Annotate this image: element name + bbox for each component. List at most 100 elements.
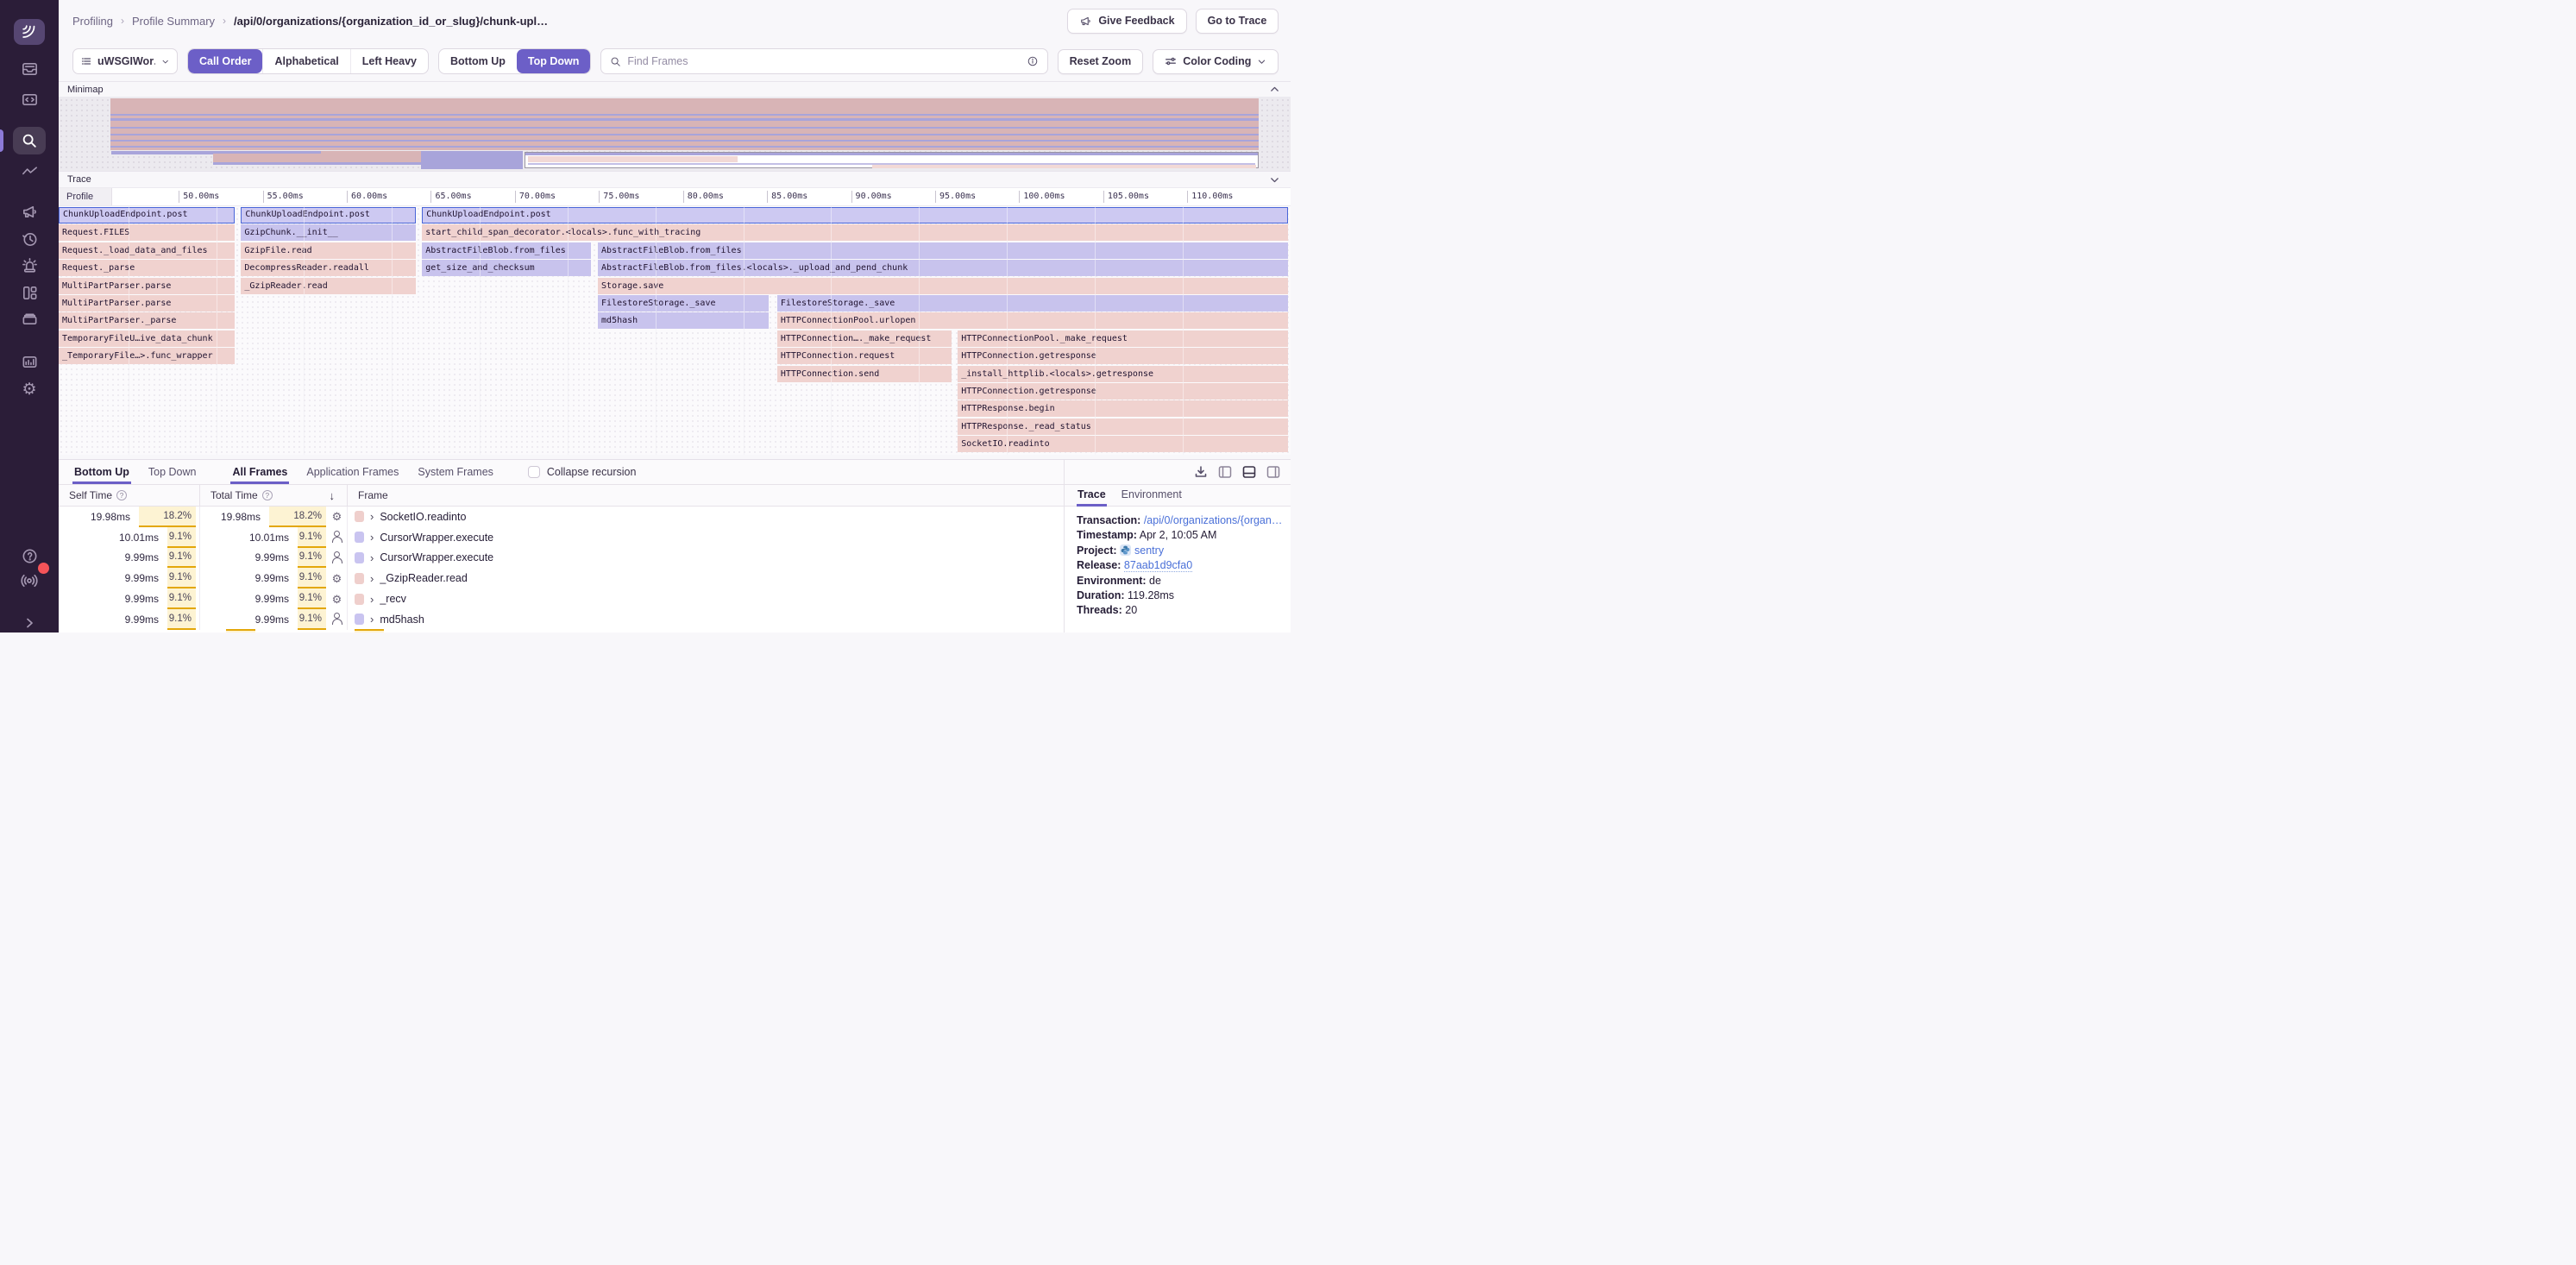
tab-top-down[interactable]: Top Down [147, 460, 198, 484]
detail-row: Timestamp: Apr 2, 10:05 AM [1077, 528, 1282, 543]
sidebar-item-dashboards[interactable] [13, 279, 46, 306]
system-frame-gear-icon: ⚙ [330, 510, 343, 523]
sentry-logo[interactable] [14, 19, 45, 45]
flame-frame[interactable]: GzipChunk.__init__ [241, 224, 415, 241]
give-feedback-button[interactable]: Give Feedback [1067, 9, 1186, 34]
table-row[interactable]: 9.99ms9.1%9.99ms9.1%›CursorWrapper.execu… [59, 548, 1064, 569]
tab-bottom-up[interactable]: Bottom Up [72, 460, 131, 484]
flame-frame[interactable]: Request._load_data_and_files [59, 242, 235, 259]
column-total-time[interactable]: Total Time? ↓ [200, 485, 348, 506]
flame-frame[interactable]: get_size_and_checksum [422, 260, 591, 276]
flame-frame[interactable]: TemporaryFileU…ive_data_chunk [59, 330, 235, 347]
layout-right-icon[interactable] [1266, 465, 1280, 479]
layout-left-icon[interactable] [1218, 465, 1232, 479]
notification-dot [38, 563, 49, 574]
flame-frame[interactable]: AbstractFileBlob.from_files.<locals>._up… [598, 260, 1288, 276]
flame-frame[interactable]: MultiPartParser.parse [59, 295, 235, 312]
table-row[interactable]: 19.98ms18.2%19.98ms18.2%⚙›SocketIO.readi… [59, 507, 1064, 527]
sidebar-item-search[interactable] [13, 127, 46, 154]
expand-chevron-icon[interactable]: › [370, 572, 374, 585]
layout-bottom-icon[interactable] [1242, 465, 1256, 479]
self-time-value: 9.99ms [125, 572, 159, 584]
self-time-value: 10.01ms [119, 532, 159, 544]
flame-frame[interactable]: Request._parse [59, 260, 235, 276]
clock-history-icon [21, 230, 39, 249]
flame-frame[interactable]: ChunkUploadEndpoint.post [422, 207, 1288, 223]
sidebar-expand-button[interactable] [13, 609, 46, 637]
transaction-link[interactable]: /api/0/organizations/{organ… [1144, 514, 1283, 526]
help-tooltip-icon[interactable]: ? [116, 490, 127, 500]
sidebar-item-performance[interactable] [13, 157, 46, 185]
flame-frame[interactable]: AbstractFileBlob.from_files [422, 242, 591, 259]
sidebar-item-stats[interactable] [13, 348, 46, 375]
flame-frame[interactable]: DecompressReader.readall [241, 260, 415, 276]
flame-frame[interactable]: HTTPConnection.send [777, 366, 952, 382]
flame-frame[interactable]: ChunkUploadEndpoint.post [59, 207, 235, 223]
expand-chevron-icon[interactable]: › [370, 531, 374, 544]
collapse-recursion-checkbox[interactable] [528, 466, 540, 478]
expand-chevron-icon[interactable]: › [370, 551, 374, 564]
flame-frame[interactable]: Storage.save [598, 278, 1288, 294]
tab-environment[interactable]: Environment [1121, 488, 1183, 506]
info-icon[interactable] [1027, 55, 1039, 67]
thread-selector[interactable]: uWSGIWor… [72, 48, 178, 74]
flame-frame[interactable]: start_child_span_decorator.<locals>.func… [422, 224, 1288, 241]
flame-frame[interactable]: HTTPConnection…._make_request [777, 330, 952, 347]
sidebar-item-feedback[interactable] [13, 198, 46, 225]
tab-all-frames[interactable]: All Frames [230, 460, 289, 484]
tab-system-frames[interactable]: System Frames [416, 460, 495, 484]
sidebar-item-whats-new[interactable] [13, 566, 46, 594]
expand-chevron-icon[interactable]: › [370, 593, 374, 606]
find-frames-input[interactable] [627, 55, 1020, 67]
flame-frame[interactable]: AbstractFileBlob.from_files [598, 242, 1288, 259]
flame-frame[interactable]: Request.FILES [59, 224, 235, 241]
flame-frame[interactable]: FilestoreStorage._save [777, 295, 1288, 312]
sidebar-item-alerts[interactable] [13, 251, 46, 279]
color-coding-dropdown[interactable]: Color Coding [1153, 49, 1279, 74]
sort-alphabetical[interactable]: Alphabetical [262, 49, 349, 73]
flame-frame[interactable]: MultiPartParser._parse [59, 312, 235, 329]
sentry-logo-icon [20, 22, 39, 41]
download-icon[interactable] [1194, 465, 1208, 479]
column-self-time[interactable]: Self Time? [59, 485, 200, 506]
minimap-canvas[interactable] [59, 98, 1291, 171]
flame-frame[interactable]: HTTPConnection.request [777, 348, 952, 364]
time-tick-label: 65.00ms [430, 191, 471, 203]
sidebar-item-settings[interactable]: ⚙ [13, 375, 46, 403]
tab-trace[interactable]: Trace [1077, 488, 1107, 506]
sidebar-item-replays[interactable] [13, 225, 46, 253]
table-row[interactable]: 9.99ms9.1%9.99ms9.1%⚙›_recv [59, 588, 1064, 609]
flame-frame[interactable]: _TemporaryFile…>.func_wrapper [59, 348, 235, 364]
direction-top-down[interactable]: Top Down [517, 49, 590, 73]
breadcrumb-profiling[interactable]: Profiling [72, 15, 113, 28]
sort-call-order[interactable]: Call Order [188, 49, 262, 73]
expand-chevron-icon[interactable]: › [370, 510, 374, 523]
help-tooltip-icon[interactable]: ? [262, 490, 273, 500]
total-time-percent-bar: 9.1% [298, 548, 326, 569]
table-row[interactable]: 9.99ms9.1%9.99ms9.1%⚙›_GzipReader.read [59, 568, 1064, 588]
breadcrumb-profile-summary[interactable]: Profile Summary [132, 15, 215, 28]
tab-application-frames[interactable]: Application Frames [305, 460, 400, 484]
collapse-trace-chevron-down-icon[interactable] [1269, 174, 1280, 186]
go-to-trace-button[interactable]: Go to Trace [1196, 9, 1279, 34]
flamegraph[interactable]: ChunkUploadEndpoint.post ChunkUploadEndpo… [59, 206, 1291, 455]
table-row[interactable]: 10.01ms9.1%10.01ms9.1%›CursorWrapper.exe… [59, 527, 1064, 548]
broadcast-icon [20, 570, 39, 589]
flame-frame[interactable]: MultiPartParser.parse [59, 278, 235, 294]
column-frame[interactable]: Frame [348, 485, 1064, 506]
direction-bottom-up[interactable]: Bottom Up [439, 49, 517, 73]
flame-frame[interactable]: HTTPConnectionPool.urlopen [777, 312, 1288, 329]
release-link[interactable]: 87aab1d9cfa0 [1124, 559, 1192, 572]
sidebar-item-explore[interactable] [13, 85, 46, 113]
flame-frame[interactable]: _GzipReader.read [241, 278, 415, 294]
sidebar-item-archive[interactable] [13, 305, 46, 332]
flame-frame[interactable]: GzipFile.read [241, 242, 415, 259]
sort-left-heavy[interactable]: Left Heavy [350, 49, 428, 73]
collapse-minimap-chevron-up-icon[interactable] [1269, 84, 1280, 95]
expand-chevron-icon[interactable]: › [370, 613, 374, 626]
reset-zoom-button[interactable]: Reset Zoom [1058, 49, 1144, 74]
table-row[interactable]: 9.99ms9.1%9.99ms9.1%›md5hash [59, 609, 1064, 630]
sidebar-item-issues[interactable] [13, 55, 46, 83]
project-link[interactable]: sentry [1134, 544, 1164, 557]
flame-frame[interactable]: ChunkUploadEndpoint.post [241, 207, 415, 223]
